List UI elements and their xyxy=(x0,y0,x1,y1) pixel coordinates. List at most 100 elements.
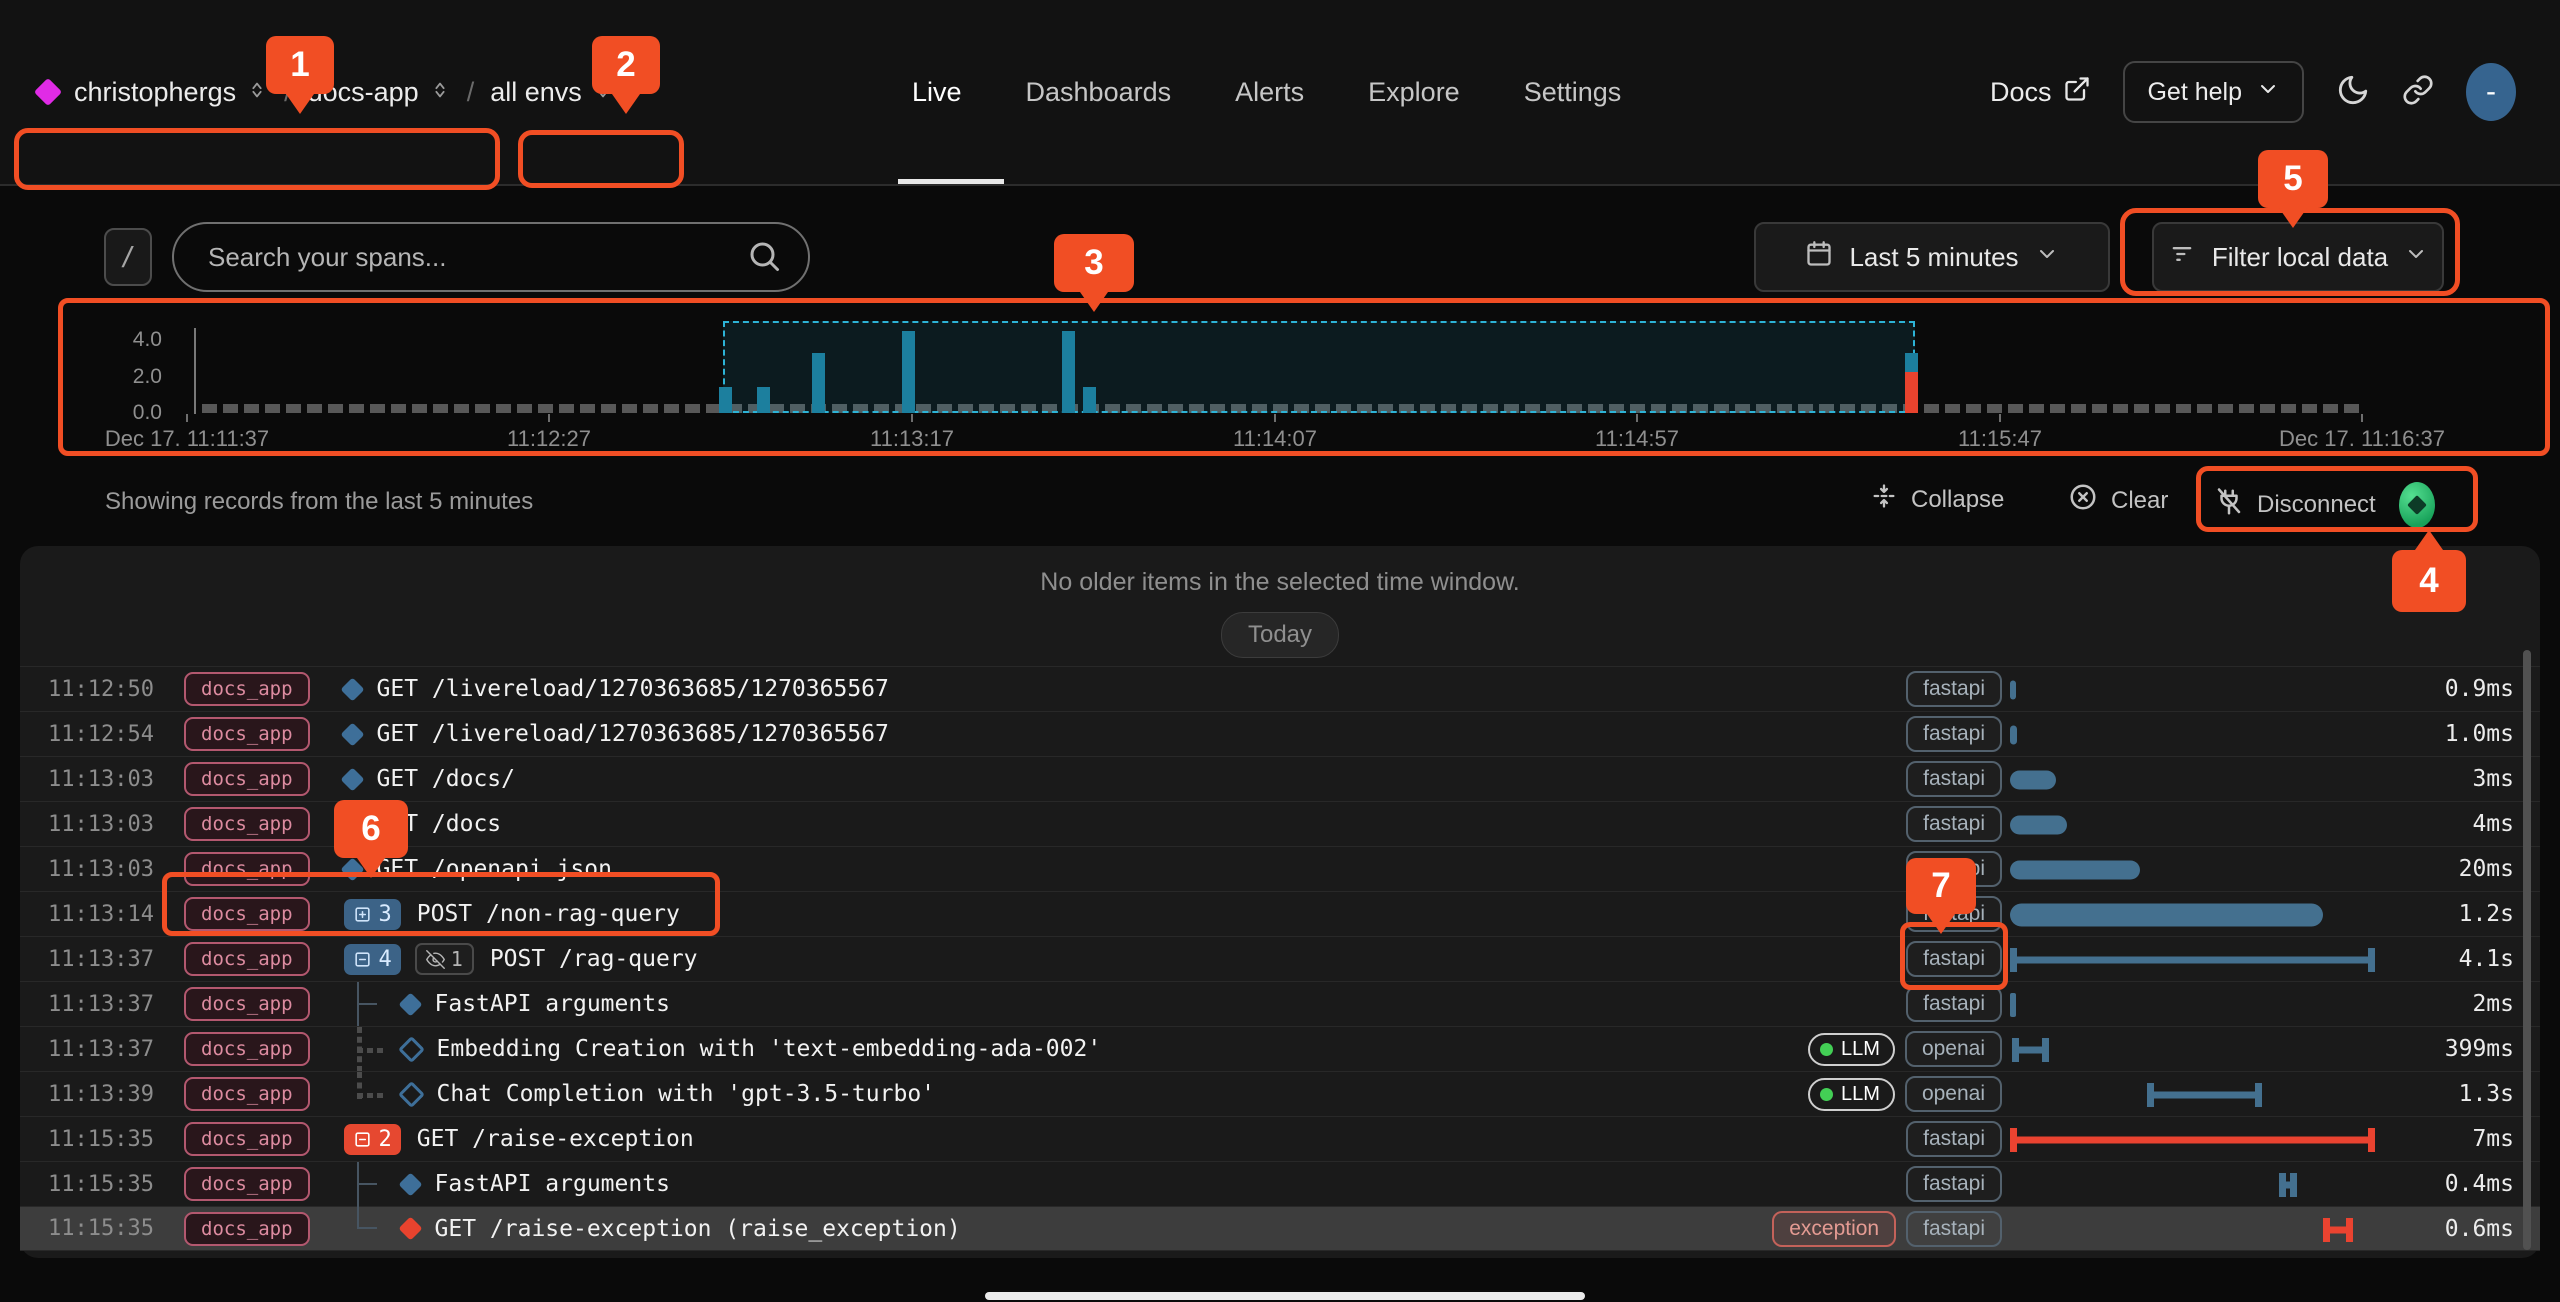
tag-fastapi[interactable]: fastapi xyxy=(1906,806,2002,842)
table-row[interactable]: 11:12:54docs_appGET /livereload/12703636… xyxy=(20,711,2540,756)
app-tag[interactable]: docs_app xyxy=(184,852,310,886)
app-tag[interactable]: docs_app xyxy=(184,1032,310,1066)
table-row[interactable]: 11:13:37docs_appEmbedding Creation with … xyxy=(20,1026,2540,1071)
tab-alerts[interactable]: Alerts xyxy=(1235,0,1304,184)
vertical-scrollbar[interactable] xyxy=(2523,650,2531,1250)
tag-fastapi[interactable]: fastapi xyxy=(1906,761,2002,797)
expand-toggle[interactable]: 3 xyxy=(344,899,401,930)
tag-fastapi[interactable]: fastapi xyxy=(1906,1211,2002,1247)
span-name[interactable]: GET /livereload/1270363685/1270365567 xyxy=(377,676,889,702)
get-help-label: Get help xyxy=(2147,78,2242,107)
tag-fastapi[interactable]: fastapi xyxy=(1906,1166,2002,1202)
span-name[interactable]: FastAPI arguments xyxy=(435,991,670,1017)
span-name[interactable]: POST /non-rag-query xyxy=(417,901,680,927)
expand-toggle[interactable]: 4 xyxy=(344,944,401,975)
tab-explore[interactable]: Explore xyxy=(1368,0,1460,184)
hidden-spans-badge[interactable]: 1 xyxy=(415,943,474,975)
chart-bar xyxy=(757,387,770,413)
span-name[interactable]: Embedding Creation with 'text-embedding-… xyxy=(437,1036,1102,1062)
expand-toggle[interactable]: 2 xyxy=(344,1124,401,1155)
row-tags: LLM openai xyxy=(1808,1031,2002,1067)
hidden-count: 1 xyxy=(451,947,463,971)
chart-bar xyxy=(1083,387,1096,413)
span-name[interactable]: GET /docs/ xyxy=(377,766,515,792)
row-timestamp: 11:13:14 xyxy=(48,902,170,927)
span-name[interactable]: FastAPI arguments xyxy=(435,1171,670,1197)
table-row[interactable]: 11:13:39docs_appChat Completion with 'gp… xyxy=(20,1071,2540,1116)
tag-fastapi[interactable]: fastapi xyxy=(1906,671,2002,707)
tab-dashboards[interactable]: Dashboards xyxy=(1026,0,1172,184)
plug-off-icon xyxy=(2214,487,2244,524)
app-tag[interactable]: docs_app xyxy=(184,762,310,796)
span-kind-diamond xyxy=(398,992,422,1016)
span-name[interactable]: GET /raise-exception (raise_exception) xyxy=(435,1216,961,1242)
search-box xyxy=(172,222,810,292)
table-row[interactable]: 11:12:50docs_appGET /livereload/12703636… xyxy=(20,666,2540,711)
docs-link[interactable]: Docs xyxy=(1990,75,2092,110)
duration-label: 0.6ms xyxy=(2445,1216,2514,1242)
app-tag[interactable]: docs_app xyxy=(184,1167,310,1201)
tag-fastapi[interactable]: fastapi xyxy=(1906,1121,2002,1157)
llm-badge[interactable]: LLM xyxy=(1808,1033,1895,1066)
tag-fastapi[interactable]: fastapi xyxy=(1906,716,2002,752)
app-tag[interactable]: docs_app xyxy=(184,1122,310,1156)
table-row[interactable]: 11:13:37 docs_app 4 1 POST /rag-query fastapi… xyxy=(20,936,2540,981)
app-tag[interactable]: docs_app xyxy=(184,897,310,931)
clear-button[interactable]: Clear xyxy=(2068,482,2168,519)
duration-bar xyxy=(2010,937,2390,982)
share-link-button[interactable] xyxy=(2402,74,2434,111)
row-marker xyxy=(344,726,361,743)
avatar[interactable]: - xyxy=(2466,63,2516,121)
tab-settings[interactable]: Settings xyxy=(1524,0,1622,184)
table-row[interactable]: 11:15:35docs_appFastAPI argumentsfastapi… xyxy=(20,1161,2540,1206)
llm-badge[interactable]: LLM xyxy=(1808,1078,1895,1111)
span-name[interactable]: POST /rag-query xyxy=(490,946,698,972)
row-timestamp: 11:13:37 xyxy=(48,947,170,972)
app-tag[interactable]: docs_app xyxy=(184,1077,310,1111)
day-separator-pill[interactable]: Today xyxy=(1221,612,1339,658)
row-tags: fastapi xyxy=(1906,671,2002,707)
table-row[interactable]: 11:13:03docs_appGET /docs/fastapi3ms xyxy=(20,756,2540,801)
duration-label: 20ms xyxy=(2459,856,2514,882)
span-name[interactable]: GET /raise-exception xyxy=(417,1126,694,1152)
app-tag[interactable]: docs_app xyxy=(184,1212,310,1246)
tag-openai[interactable]: openai xyxy=(1905,1076,2002,1112)
row-timestamp: 11:15:35 xyxy=(48,1216,170,1241)
org-selector[interactable]: christophergs xyxy=(74,77,268,108)
row-tags: fastapi xyxy=(1906,1166,2002,1202)
app-tag[interactable]: docs_app xyxy=(184,987,310,1021)
collapse-button[interactable]: Collapse xyxy=(1870,482,2004,517)
span-name[interactable]: GET /livereload/1270363685/1270365567 xyxy=(377,721,889,747)
callout-badge-2: 2 xyxy=(592,36,660,94)
duration-bar xyxy=(2010,1072,2390,1117)
live-status-indicator xyxy=(2399,482,2435,528)
row-marker xyxy=(344,771,361,788)
callout-badge-6: 6 xyxy=(334,800,408,858)
theme-toggle-button[interactable] xyxy=(2336,73,2370,112)
disconnect-button[interactable]: Disconnect xyxy=(2214,482,2435,528)
callout-badge-3: 3 xyxy=(1054,234,1134,292)
callout-badge-1: 1 xyxy=(266,36,334,94)
app-tag[interactable]: docs_app xyxy=(184,942,310,976)
table-row[interactable]: 11:15:35docs_app2GET /raise-exceptionfas… xyxy=(20,1116,2540,1161)
tag-fastapi[interactable]: fastapi xyxy=(1906,941,2002,977)
app-tag[interactable]: docs_app xyxy=(184,672,310,706)
table-row[interactable]: 11:13:14docs_app3POST /non-rag-queryfast… xyxy=(20,891,2540,936)
tag-exception[interactable]: exception xyxy=(1772,1211,1896,1247)
span-name[interactable]: GET /openapi.json xyxy=(377,856,612,882)
filter-local-data-button[interactable]: Filter local data xyxy=(2152,222,2444,292)
get-help-button[interactable]: Get help xyxy=(2123,61,2304,123)
activity-chart[interactable]: 4.02.00.0Dec 17. 11:11:3711:12:2711:13:1… xyxy=(0,300,2560,462)
chevron-down-icon xyxy=(2256,77,2280,108)
tag-openai[interactable]: openai xyxy=(1905,1031,2002,1067)
span-name[interactable]: Chat Completion with 'gpt-3.5-turbo' xyxy=(437,1081,936,1107)
table-row[interactable]: 11:15:35 docs_app GET /raise-exception (ra… xyxy=(20,1206,2540,1251)
search-input[interactable] xyxy=(174,241,730,274)
y-axis-tick-label: 4.0 xyxy=(90,328,162,352)
app-tag[interactable]: docs_app xyxy=(184,807,310,841)
tab-live[interactable]: Live xyxy=(912,0,962,184)
tag-fastapi[interactable]: fastapi xyxy=(1906,986,2002,1022)
table-row[interactable]: 11:13:37docs_appFastAPI argumentsfastapi… xyxy=(20,981,2540,1026)
time-range-button[interactable]: Last 5 minutes xyxy=(1754,222,2110,292)
app-tag[interactable]: docs_app xyxy=(184,717,310,751)
